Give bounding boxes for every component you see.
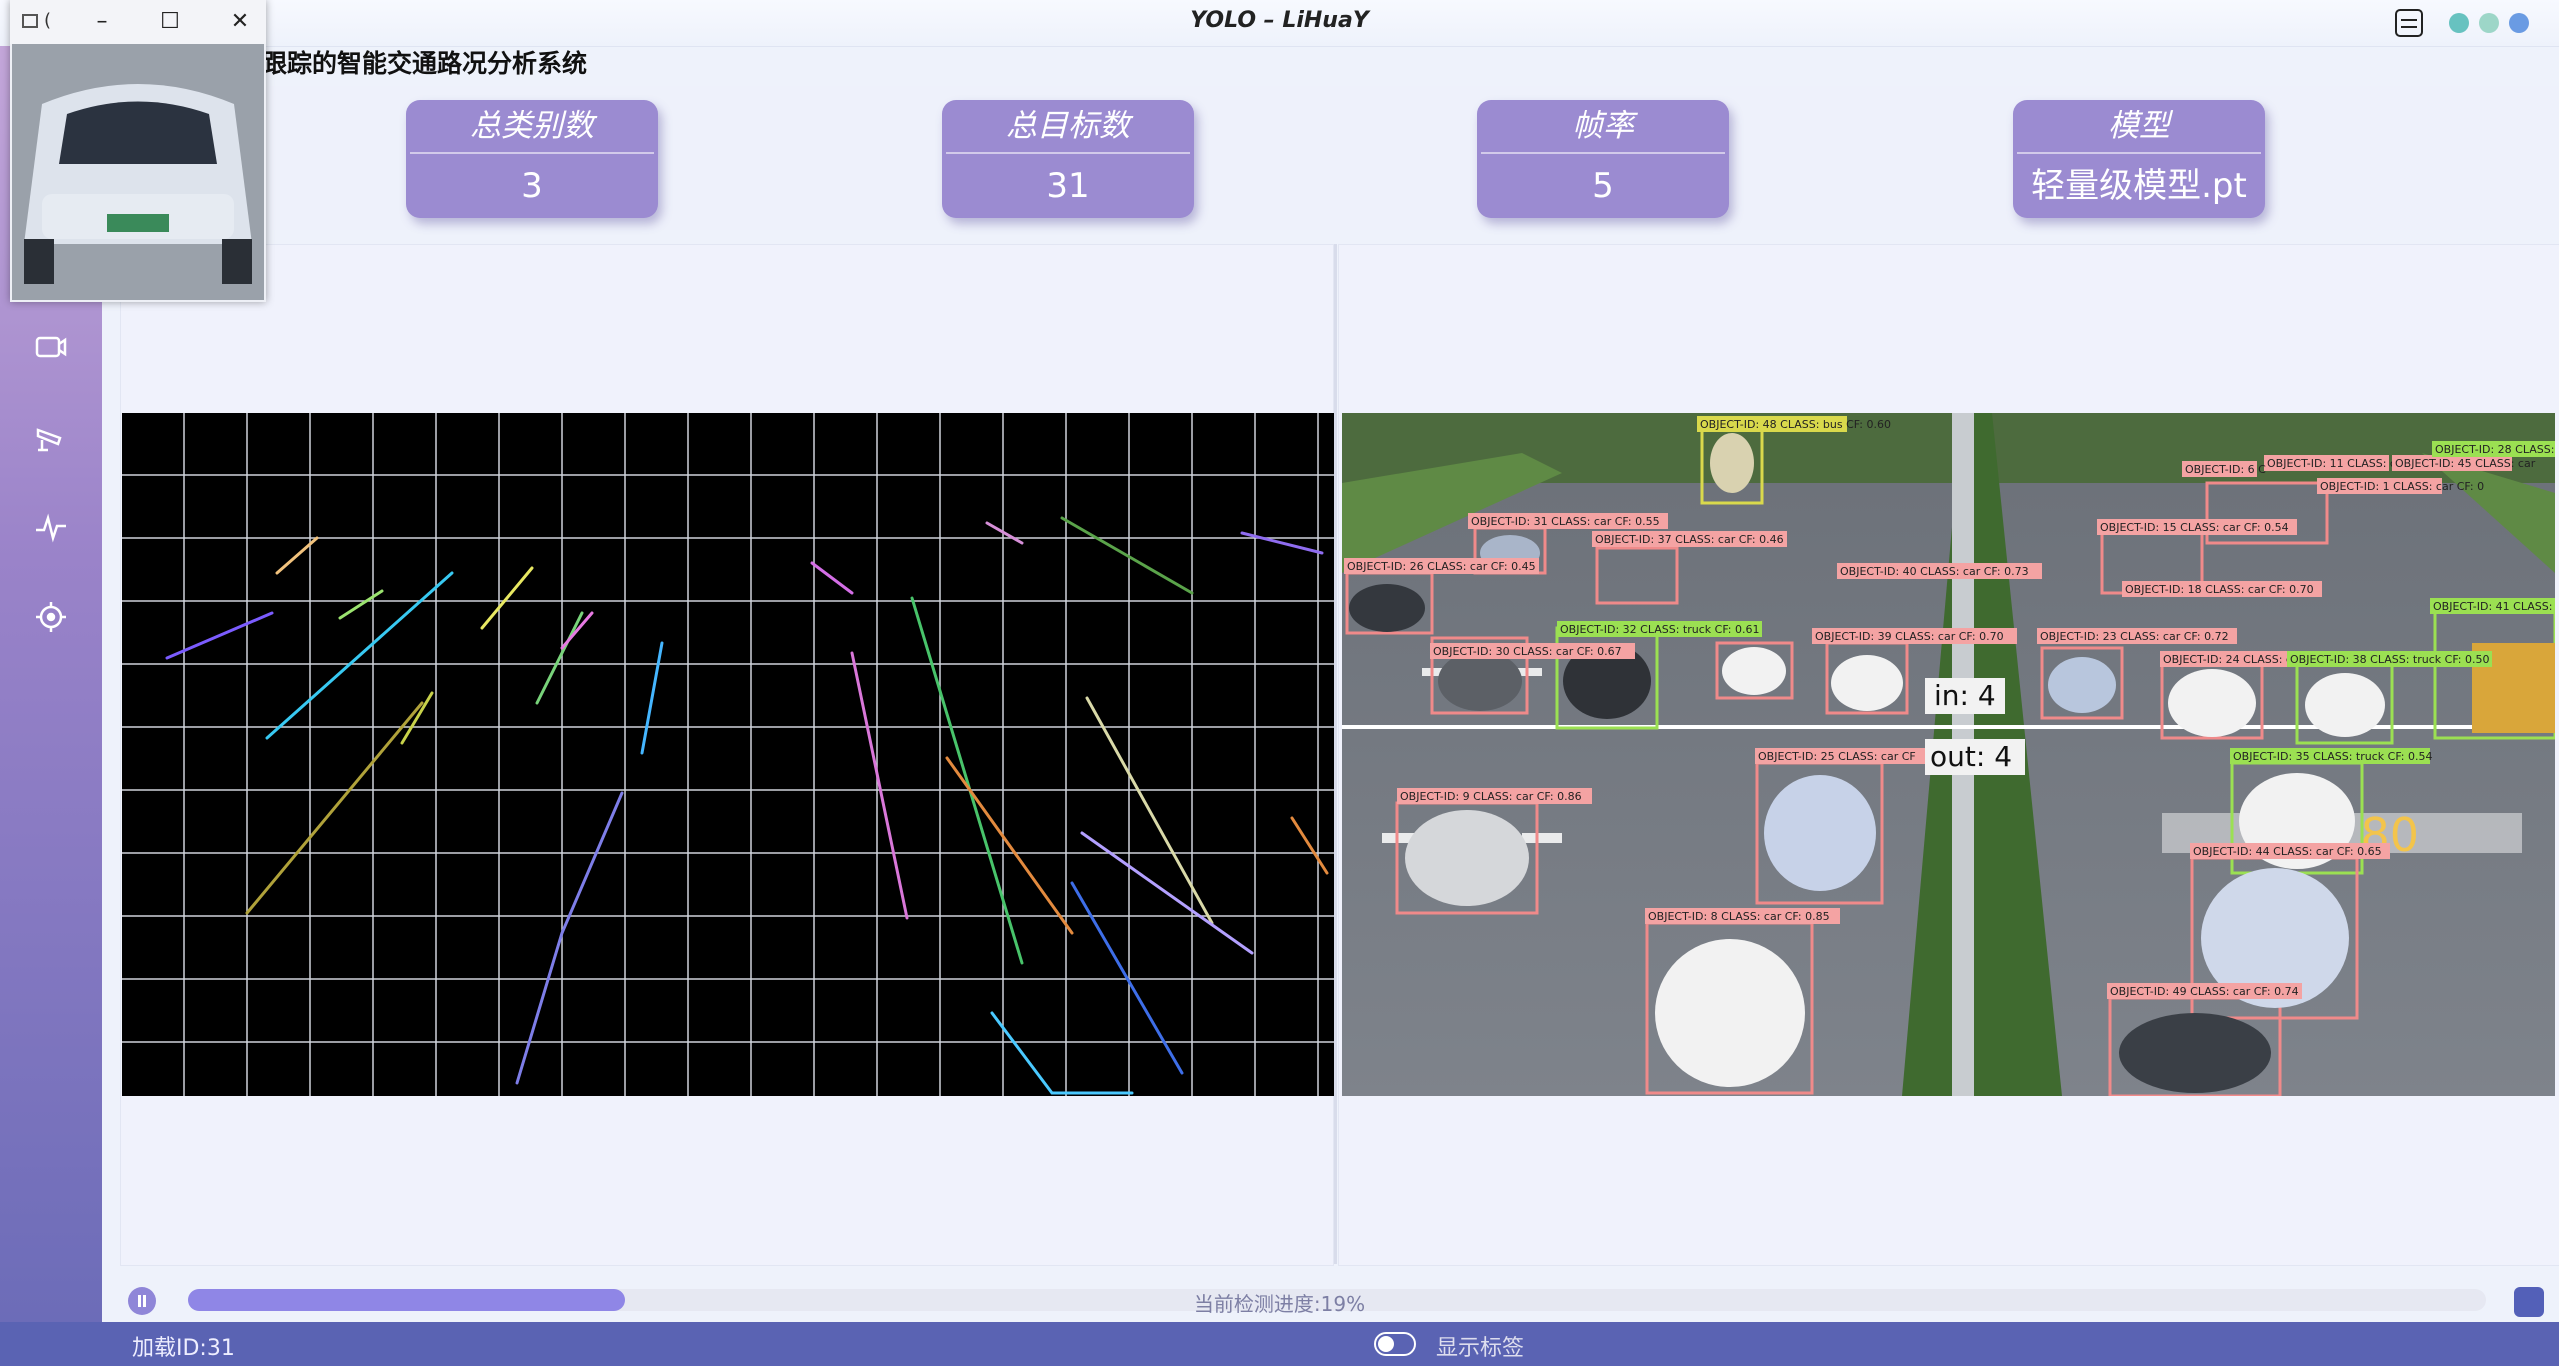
show-labels-toggle[interactable] <box>1374 1332 1416 1356</box>
target-icon[interactable] <box>34 600 68 634</box>
status-bar: 加载ID:31 显示标签 <box>0 1322 2559 1366</box>
app-icon <box>22 14 38 28</box>
stat-label: 总目标数 <box>946 100 1190 154</box>
detection-label: OBJECT-ID: 35 CLASS: truck CF: 0.54 <box>2233 750 2433 763</box>
app-title: YOLO – LiHuaY <box>1190 8 1369 33</box>
detection-label: OBJECT-ID: 24 CLASS: car <box>2163 653 2304 666</box>
detection-label: OBJECT-ID: 31 CLASS: car CF: 0.55 <box>1471 515 1660 528</box>
detection-label: OBJECT-ID: 37 CLASS: car CF: 0.46 <box>1595 533 1784 546</box>
progress-text: 当前检测进度:19% <box>1193 1292 1366 1316</box>
stop-button[interactable] <box>2514 1287 2544 1317</box>
stat-value: 31 <box>1046 166 1090 206</box>
detection-label: OBJECT-ID: 44 CLASS: car CF: 0.65 <box>2193 845 2382 858</box>
detection-label: OBJECT-ID: 8 CLASS: car CF: 0.85 <box>1648 910 1830 923</box>
trajectory-canvas <box>122 413 1334 1096</box>
detection-label: OBJECT-ID: 40 CLASS: car CF: 0.73 <box>1840 565 2029 578</box>
trajectory-view <box>122 413 1334 1096</box>
detection-label: OBJECT-ID: 39 CLASS: car CF: 0.70 <box>1815 630 2004 643</box>
panel-divider[interactable] <box>1334 244 1337 1264</box>
detection-label: OBJECT-ID: 38 CLASS: truck CF: 0.50 <box>2290 653 2490 666</box>
preview-window[interactable]: ( – ☐ ✕ <box>10 0 266 302</box>
settings-toggle-icon[interactable] <box>2395 9 2423 37</box>
detection-label: OBJECT-ID: 49 CLASS: car CF: 0.74 <box>2110 985 2299 998</box>
minimize-button[interactable] <box>2449 13 2469 33</box>
detection-label: OBJECT-ID: 25 CLASS: car CF <box>1758 750 1916 763</box>
stat-value: 3 <box>521 166 543 206</box>
detection-label: OBJECT-ID: 41 CLASS: <box>2433 600 2552 613</box>
stat-value: 轻量级模型.pt <box>2031 166 2247 206</box>
detection-label: OBJECT-ID: 26 CLASS: car CF: 0.45 <box>1347 560 1536 573</box>
detection-label: OBJECT-ID: 30 CLASS: car CF: 0.67 <box>1433 645 1622 658</box>
minimize-icon[interactable]: – <box>84 6 120 38</box>
detection-label: OBJECT-ID: 9 CLASS: car CF: 0.86 <box>1400 790 1582 803</box>
detection-label: OBJECT-ID: 28 CLASS: <box>2435 443 2554 456</box>
maximize-button[interactable] <box>2479 13 2499 33</box>
camera-icon[interactable] <box>34 330 68 364</box>
stat-label: 模型 <box>2017 100 2261 154</box>
status-message: 加载ID:31 <box>132 1336 235 1361</box>
detection-label: OBJECT-ID: 1 CLASS: car CF: 0 <box>2320 480 2484 493</box>
stat-card-classes: 总类别数 3 <box>406 100 658 218</box>
detection-label: OBJECT-ID: 32 CLASS: truck CF: 0.61 <box>1560 623 1760 636</box>
detection-canvas: 80 ⟂ 80 <box>1342 413 2555 1096</box>
detection-label: OBJECT-ID: 11 CLASS: car <box>2267 457 2408 470</box>
stat-label: 总类别数 <box>410 100 654 154</box>
detection-label: OBJECT-ID: 45 CLASS: car <box>2395 457 2536 470</box>
counter-in: in: 4 <box>1934 679 1996 712</box>
detection-label: OBJECT-ID: 23 CLASS: car CF: 0.72 <box>2040 630 2229 643</box>
preview-window-title: ( <box>44 10 52 31</box>
waveform-icon[interactable] <box>34 510 68 544</box>
title-bar: YOLO – LiHuaY <box>0 0 2559 47</box>
close-button[interactable] <box>2509 13 2529 33</box>
cctv-icon[interactable] <box>34 420 68 454</box>
trajectory-paths <box>165 516 1329 1095</box>
detection-label: OBJECT-ID: 15 CLASS: car CF: 0.54 <box>2100 521 2289 534</box>
maximize-icon[interactable]: ☐ <box>152 6 188 38</box>
detection-label: OBJECT-ID: 6 C <box>2185 463 2266 476</box>
stat-card-fps: 帧率 5 <box>1477 100 1729 218</box>
preview-window-titlebar[interactable]: ( – ☐ ✕ <box>10 0 266 44</box>
detection-view: 80 ⟂ 80 <box>1342 413 2555 1096</box>
counter-out: out: 4 <box>1930 740 2012 773</box>
trajectory-grid <box>122 413 1334 1096</box>
show-labels-label: 显示标签 <box>1436 1336 1525 1361</box>
preview-image <box>12 44 264 300</box>
detection-label: OBJECT-ID: 18 CLASS: car CF: 0.70 <box>2125 583 2314 596</box>
detection-label: OBJECT-ID: 48 CLASS: bus CF: 0.60 <box>1700 418 1891 431</box>
close-icon[interactable]: ✕ <box>222 6 258 38</box>
stat-card-model: 模型 轻量级模型.pt <box>2013 100 2265 218</box>
stat-value: 5 <box>1592 166 1614 206</box>
page-subtitle: 跟踪的智能交通路况分析系统 <box>262 49 588 78</box>
stat-label: 帧率 <box>1481 100 1725 154</box>
stat-card-targets: 总目标数 31 <box>942 100 1194 218</box>
